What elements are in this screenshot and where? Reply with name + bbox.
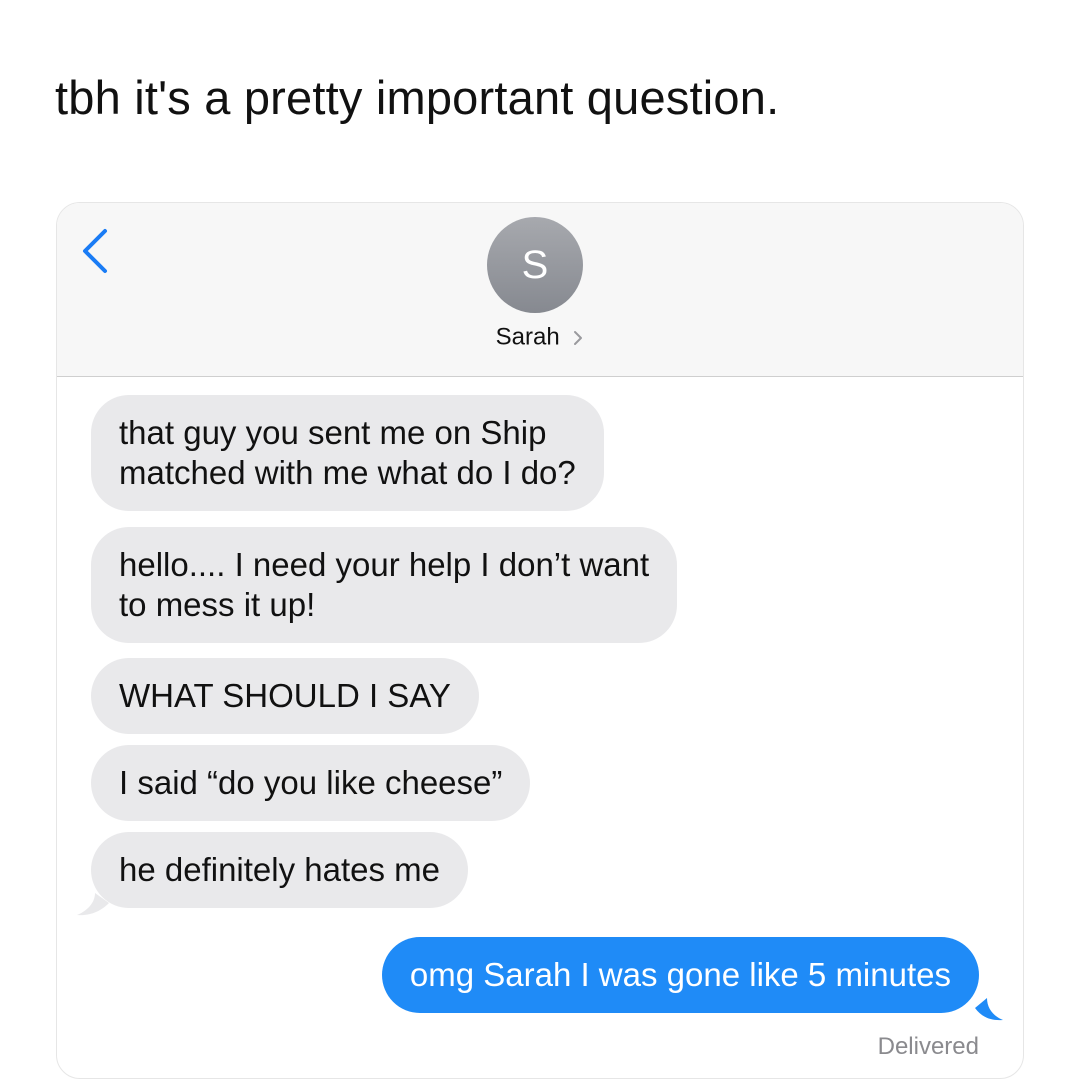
outgoing-message-bubble[interactable]: omg Sarah I was gone like 5 minutes <box>381 937 979 1013</box>
avatar-initial: S <box>521 243 549 287</box>
incoming-message-bubble[interactable]: WHAT SHOULD I SAY <box>91 658 479 734</box>
message-thread-screenshot: S Sarah that guy you sent me on Ship mat… <box>56 202 1024 1079</box>
message-line: I said “do you like cheese” <box>119 764 503 801</box>
incoming-message-bubble[interactable]: he definitely hates me <box>91 832 469 908</box>
message-line: that guy you sent me on Ship <box>119 414 547 451</box>
back-button[interactable] <box>69 221 129 281</box>
conversation-header: S Sarah <box>57 203 1023 377</box>
outgoing-bubble-tail <box>975 998 1003 1021</box>
message-line: omg Sarah I was gone like 5 minutes <box>409 956 951 993</box>
incoming-message-bubble[interactable]: I said “do you like cheese” <box>91 745 531 821</box>
delivery-status: Delivered <box>877 1033 979 1060</box>
avatar[interactable]: S <box>487 217 583 313</box>
chevron-left-icon <box>83 229 107 273</box>
contact-name: Sarah <box>495 323 560 351</box>
message-line: to mess it up! <box>119 586 316 623</box>
incoming-message-bubble[interactable]: that guy you sent me on Ship matched wit… <box>91 395 604 511</box>
contact-name-button[interactable]: Sarah <box>57 323 1023 352</box>
chevron-right-icon <box>574 330 583 345</box>
message-line: WHAT SHOULD I SAY <box>119 677 451 714</box>
message-line: he definitely hates me <box>119 851 441 888</box>
message-line: hello.... I need your help I don’t want <box>119 546 650 583</box>
post-caption: tbh it's a pretty important question. <box>55 71 780 124</box>
incoming-bubble-tail <box>77 893 109 916</box>
incoming-message-bubble[interactable]: hello.... I need your help I don’t want … <box>91 527 678 643</box>
message-line: matched with me what do I do? <box>119 454 576 491</box>
